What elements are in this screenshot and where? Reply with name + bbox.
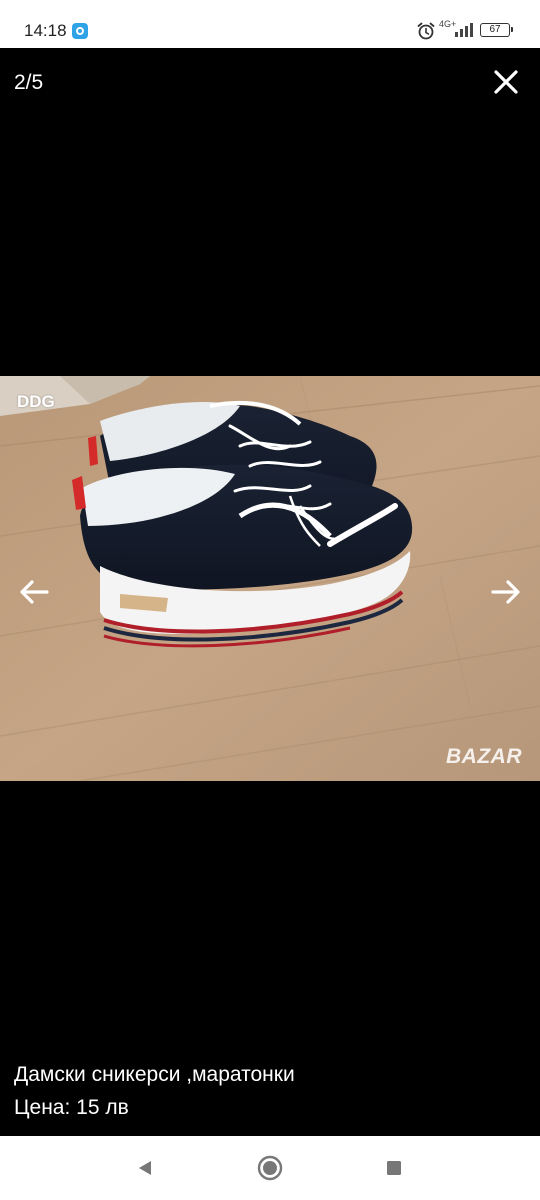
- system-home-button[interactable]: [256, 1154, 284, 1182]
- notification-app-icon: [72, 23, 88, 39]
- system-recent-apps-button[interactable]: [380, 1154, 408, 1182]
- close-icon: [494, 70, 518, 94]
- listing-description: Дамски сникерси ,маратонки Цена: 15 лв: [14, 1058, 295, 1124]
- product-photo[interactable]: [0, 376, 540, 781]
- next-image-button[interactable]: [486, 572, 526, 612]
- battery-indicator: 67: [480, 23, 513, 37]
- alarm-icon: [417, 22, 435, 40]
- image-counter: 2/5: [14, 71, 44, 94]
- status-bar: 14:18 4G+ 67: [0, 0, 540, 48]
- photo-brand-label: DDG: [17, 392, 55, 411]
- close-button[interactable]: [486, 62, 526, 102]
- bazar-watermark: BAZAR: [446, 745, 522, 768]
- arrow-left-icon: [20, 580, 49, 604]
- status-time: 14:18: [24, 21, 67, 40]
- system-navigation-bar: [0, 1136, 540, 1200]
- signal-strength-icon: [455, 23, 473, 37]
- arrow-right-icon: [491, 580, 520, 604]
- image-viewer-screen: 14:18 4G+ 67 2/5 DDG BAZAR Дамски сникер…: [0, 0, 540, 1200]
- sneakers-photo-illustration: [0, 376, 540, 781]
- previous-image-button[interactable]: [14, 572, 54, 612]
- listing-price: Цена: 15 лв: [14, 1096, 129, 1119]
- system-back-button[interactable]: [131, 1154, 159, 1182]
- listing-title: Дамски сникерси ,маратонки: [14, 1063, 295, 1086]
- back-triangle-icon: [139, 1161, 151, 1175]
- recent-square-icon: [387, 1161, 401, 1175]
- home-circle-icon: [257, 1155, 283, 1181]
